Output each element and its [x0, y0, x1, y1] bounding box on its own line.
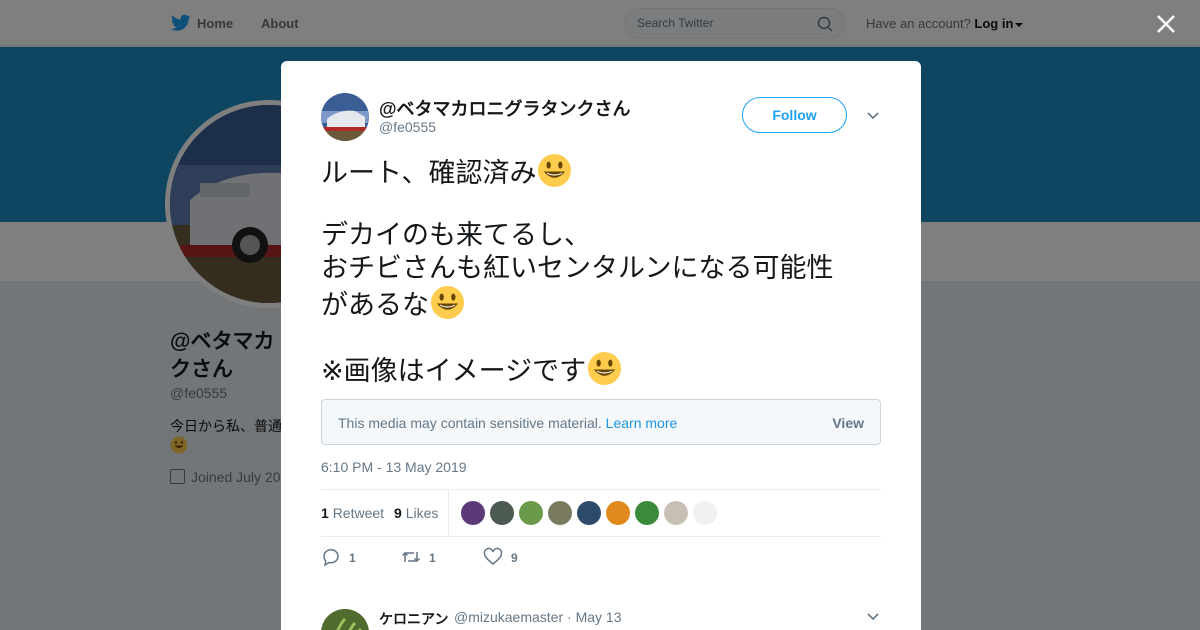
tweet-line: おチビさんも紅いセンタルンになる可能性	[321, 253, 834, 283]
liker-avatar[interactable]	[548, 501, 572, 525]
heart-icon	[483, 547, 503, 565]
author-avatar[interactable]	[321, 93, 369, 141]
reply-avatar[interactable]	[321, 609, 369, 630]
tweet-line-text: があるな	[321, 290, 429, 320]
tweet-stats: 1 Retweet 9 Likes	[321, 489, 881, 537]
tweet-line-text: ルート、確認済み	[321, 158, 537, 188]
like-action-count: 9	[511, 551, 518, 565]
liker-avatar[interactable]	[635, 501, 659, 525]
retweet-button[interactable]: 1	[401, 547, 436, 569]
learn-more-link[interactable]: Learn more	[606, 415, 678, 431]
retweet-stat-label: Retweet	[332, 505, 385, 521]
reply-count: 1	[349, 551, 356, 565]
tweet-line-text: ※画像はイメージです	[321, 356, 587, 386]
liker-avatar[interactable]	[664, 501, 688, 525]
liker-avatar[interactable]	[519, 501, 543, 525]
car-photo-image	[321, 93, 369, 141]
tweet-timestamp[interactable]: 6:10 PM - 13 May 2019	[321, 459, 467, 475]
smiley-emoji-icon	[588, 351, 622, 386]
liker-avatar[interactable]	[490, 501, 514, 525]
like-button[interactable]: 9	[483, 547, 518, 569]
author-handle[interactable]: @fe0555	[379, 119, 436, 135]
sensitive-media-notice: This media may contain sensitive materia…	[321, 399, 881, 445]
like-count: 9	[394, 505, 402, 521]
tweet-line: デカイのも来てるし、	[321, 220, 591, 250]
reply-author-handle[interactable]: @mizukaemaster · May 13	[454, 609, 621, 625]
stats-divider	[448, 490, 449, 537]
liker-avatar[interactable]	[693, 501, 717, 525]
tweet-line: があるな	[321, 285, 465, 322]
retweet-icon	[401, 551, 421, 563]
author-name[interactable]: @ベタマカロニグラタンクさん	[379, 95, 631, 121]
chevron-down-icon[interactable]	[867, 613, 879, 621]
retweet-count: 1	[321, 505, 329, 521]
tweet-actions: 1 1 9	[321, 547, 881, 569]
liker-avatar[interactable]	[577, 501, 601, 525]
tweet-line: ※画像はイメージです	[321, 351, 622, 388]
follow-button[interactable]: Follow	[742, 97, 847, 133]
liker-avatar[interactable]	[461, 501, 485, 525]
reply-tweet[interactable]: ケロニアン @mizukaemaster · May 13	[321, 609, 881, 630]
sensitive-message: This media may contain sensitive materia…	[338, 415, 677, 431]
tweet-modal: @ベタマカロニグラタンクさん @fe0555 Follow ルート、確認済み デ…	[281, 61, 921, 630]
liker-avatar[interactable]	[606, 501, 630, 525]
close-icon[interactable]	[1154, 12, 1178, 36]
reply-icon	[323, 549, 339, 567]
sensitive-message-text: This media may contain sensitive materia…	[338, 415, 602, 431]
retweet-stat[interactable]: 1 Retweet	[321, 505, 384, 521]
reply-button[interactable]: 1	[321, 547, 356, 569]
likes-stat[interactable]: 9 Likes	[394, 505, 438, 521]
smiley-emoji-icon	[538, 153, 572, 188]
plant-photo-image	[321, 609, 369, 630]
view-media-button[interactable]: View	[832, 415, 864, 431]
reply-author-name[interactable]: ケロニアン	[379, 609, 448, 629]
chevron-down-icon[interactable]	[867, 112, 879, 120]
smiley-emoji-icon	[430, 285, 465, 320]
tweet-line: ルート、確認済み	[321, 153, 572, 190]
retweet-action-count: 1	[429, 551, 436, 565]
likes-stat-label: Likes	[405, 505, 439, 521]
